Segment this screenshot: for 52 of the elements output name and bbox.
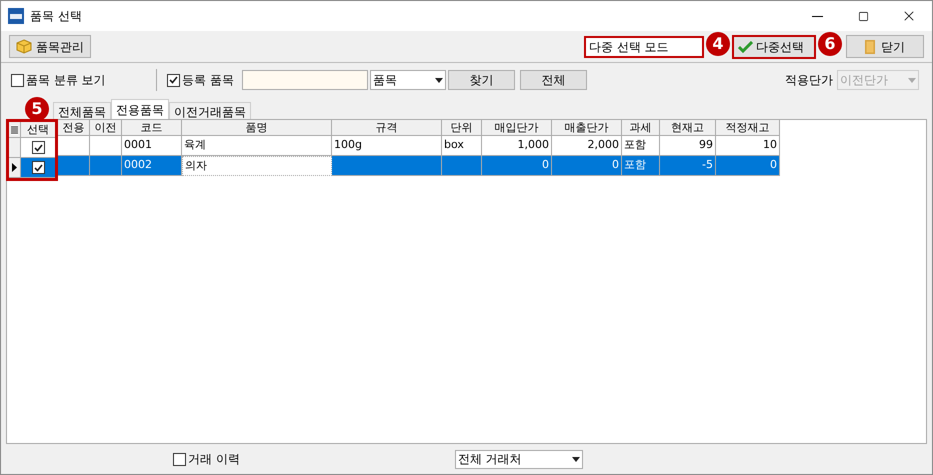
find-button[interactable]: 찾기	[448, 70, 515, 90]
tab[interactable]: 전용품목	[111, 99, 169, 119]
mode-select[interactable]: 다중 선택 모드	[584, 36, 704, 58]
table-cell-text: 포함	[624, 157, 646, 174]
table-cell-text: 2,000	[588, 137, 619, 154]
table-cell-text: 0	[542, 157, 549, 174]
field-select[interactable]: 품목	[370, 70, 446, 90]
table-cell-text: 99	[699, 137, 713, 154]
grid-row[interactable]: 0002 의자 0 0 포함 -5 0	[58, 156, 780, 176]
table-cell-text: 육계	[184, 137, 206, 154]
table-cell-text: 1,000	[518, 137, 549, 154]
history-checkbox[interactable]	[173, 452, 186, 466]
search-field[interactable]	[242, 70, 368, 90]
table-cell-text: box	[444, 137, 464, 154]
table-cell-text: 0001	[124, 137, 152, 154]
table-cell-text: 포함	[624, 137, 646, 154]
table-cell-text: 100g	[334, 137, 362, 154]
multi-select-button[interactable]: 다중선택	[732, 34, 816, 58]
registered-label: 등록 품목	[182, 72, 234, 89]
tab[interactable]: 이전거래품목	[169, 102, 251, 119]
table-cell-text: 의자	[185, 158, 207, 174]
row-checkbox[interactable]	[32, 161, 44, 174]
history-label: 거래 이력	[188, 451, 240, 468]
item-manage-button[interactable]: 품목관리	[9, 35, 91, 58]
dropdown-arrow-icon	[434, 78, 443, 82]
window-title: 품목 선택	[30, 8, 82, 25]
step-badge: 4	[706, 32, 730, 56]
partner-select[interactable]: 전체 거래처	[454, 450, 583, 468]
table-cell-text: -5	[702, 157, 713, 174]
check-icon	[738, 40, 753, 52]
close-button[interactable]: 닫기	[846, 35, 924, 58]
row-indicator[interactable]	[9, 158, 21, 178]
table-cell-text: 0	[612, 157, 619, 174]
tab[interactable]: 전체품목	[53, 102, 111, 119]
category-view-checkbox[interactable]	[11, 74, 24, 86]
all-button[interactable]: 전체	[520, 70, 587, 90]
category-view-label: 품목 분류 보기	[26, 72, 106, 89]
table-cell-text: 0	[770, 157, 777, 174]
price-label: 적용단가	[785, 72, 833, 89]
box-icon	[16, 39, 32, 54]
door-icon	[865, 40, 875, 54]
table-cell-text: 10	[763, 137, 777, 154]
dropdown-arrow-icon	[908, 78, 916, 82]
step-badge: 5	[25, 97, 49, 121]
table-cell-text: 0002	[124, 157, 152, 174]
grid-row[interactable]: 0001 육계 100g box 1,000 2,000 포함 99 10	[58, 136, 780, 156]
step-badge: 6	[818, 32, 842, 56]
maximize-icon	[858, 10, 868, 22]
registered-checkbox[interactable]	[167, 74, 180, 86]
row-checkbox[interactable]	[32, 141, 44, 154]
app-logo-icon	[8, 8, 24, 24]
dropdown-arrow-icon	[572, 456, 580, 462]
